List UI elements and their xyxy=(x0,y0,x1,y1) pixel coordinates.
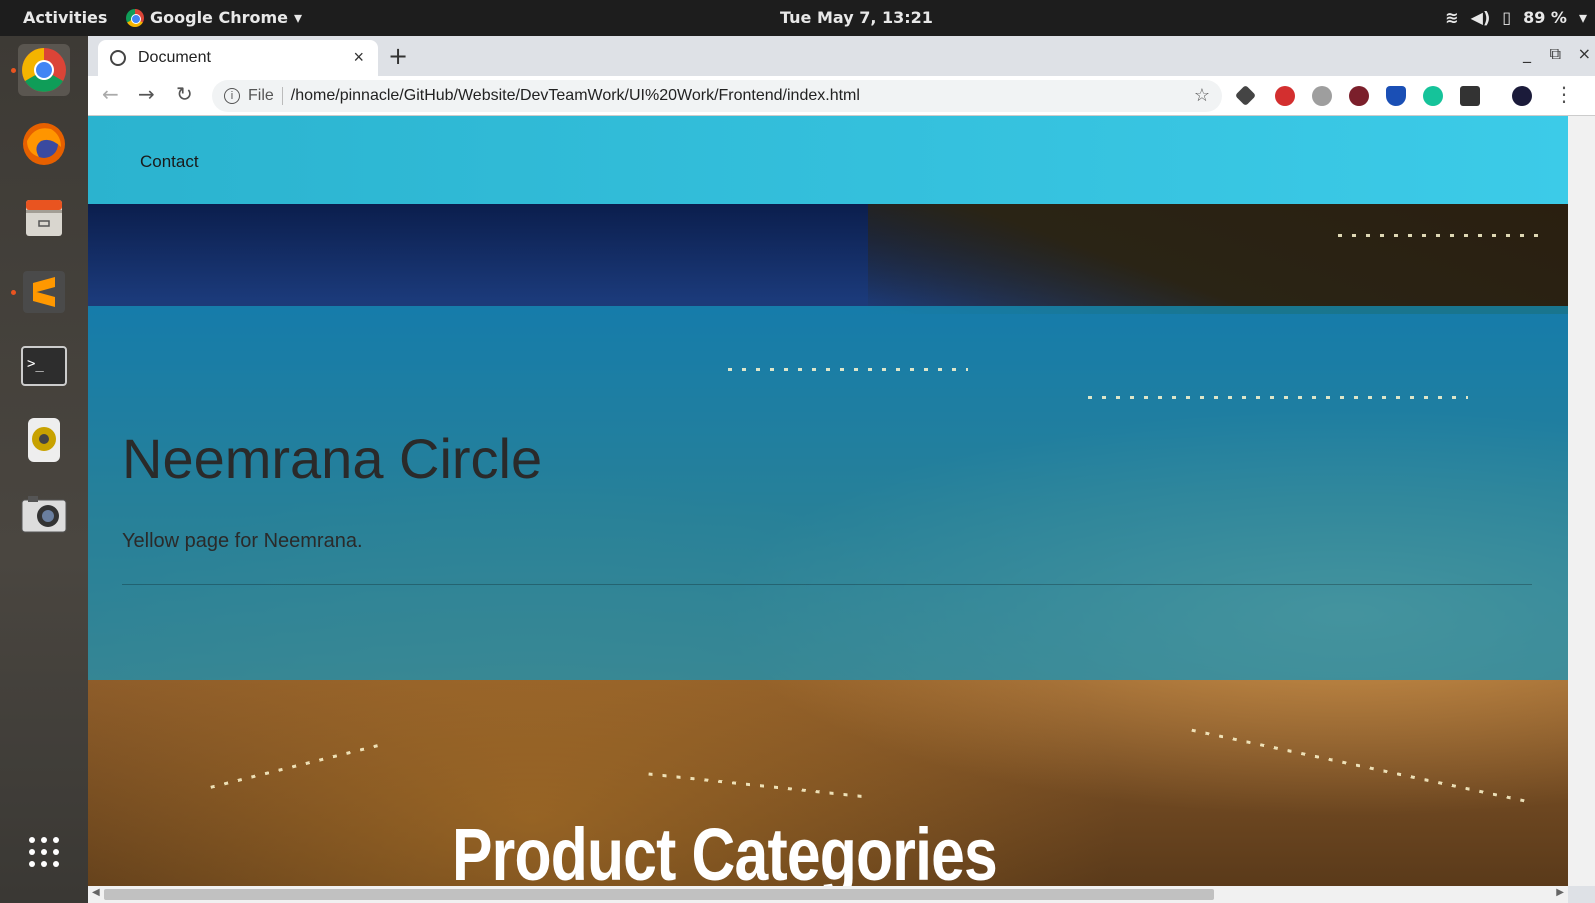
minimize-button[interactable]: _ xyxy=(1523,44,1531,63)
url-scheme: File xyxy=(248,87,283,105)
info-icon[interactable]: i xyxy=(224,88,240,104)
tray-menu-chevron-icon: ▾ xyxy=(1578,8,1587,27)
reload-icon[interactable]: ↻ xyxy=(176,82,193,106)
chrome-icon xyxy=(126,8,144,27)
camera-icon[interactable] xyxy=(18,488,70,540)
activities-button[interactable]: Activities xyxy=(23,8,107,27)
app-menu-label: Google Chrome xyxy=(150,8,289,27)
clock[interactable]: Tue May 7, 13:21 xyxy=(780,8,933,27)
jumbotron-text: Yellow page for Neemrana. xyxy=(122,530,363,552)
grammarly-icon[interactable] xyxy=(1423,86,1443,106)
wifi-icon: ≋ xyxy=(1445,8,1459,27)
string-lights-decoration xyxy=(1088,396,1468,399)
globe-icon xyxy=(110,50,126,66)
app-menu[interactable]: Google Chrome ▾ xyxy=(126,8,302,27)
battery-icon: ▯ xyxy=(1502,8,1512,27)
string-lights-decoration xyxy=(728,368,968,371)
tab-strip: Document × + _ ⧉ × xyxy=(88,36,1595,76)
tab-close-icon[interactable]: × xyxy=(353,47,364,68)
firefox-icon[interactable] xyxy=(18,118,70,170)
tab-document[interactable]: Document × xyxy=(98,40,378,76)
tab-title: Document xyxy=(138,49,211,66)
volume-icon: ◀) xyxy=(1470,8,1491,27)
system-tray[interactable]: ≋ ◀) ▯ 89 % ▾ xyxy=(1445,8,1587,27)
vault-extension-icon[interactable] xyxy=(1460,86,1480,106)
running-indicator xyxy=(11,290,16,295)
dock: >_ xyxy=(0,36,88,903)
browser-window: Document × + _ ⧉ × ← → ↻ i File /home/pi… xyxy=(88,36,1595,903)
string-lights-decoration xyxy=(648,772,868,799)
forward-arrow-icon[interactable]: → xyxy=(138,82,155,106)
horizontal-scrollbar[interactable]: ◀ ▶ xyxy=(88,886,1568,903)
divider xyxy=(122,584,1532,585)
running-indicator xyxy=(11,68,16,73)
speaker-icon[interactable] xyxy=(18,414,70,466)
string-lights-decoration xyxy=(1191,728,1525,803)
chrome-icon[interactable] xyxy=(18,44,70,96)
system-top-bar: Activities Google Chrome ▾ Tue May 7, 13… xyxy=(0,0,1595,36)
adblock-plus-icon[interactable] xyxy=(1275,86,1295,106)
app-grid-icon[interactable] xyxy=(18,826,70,878)
scroll-left-icon[interactable]: ◀ xyxy=(92,887,100,898)
site-navbar: Contact xyxy=(88,116,1568,204)
close-window-button[interactable]: × xyxy=(1578,44,1591,63)
section-title: Product Categories xyxy=(452,813,998,886)
scroll-right-icon[interactable]: ▶ xyxy=(1556,887,1564,898)
restore-button[interactable]: ⧉ xyxy=(1550,44,1561,64)
battery-percent: 89 % xyxy=(1523,8,1567,27)
k-extension-icon[interactable] xyxy=(1349,86,1369,106)
bookmark-star-icon[interactable]: ☆ xyxy=(1194,85,1210,106)
vertical-scrollbar[interactable] xyxy=(1568,116,1595,886)
jumbotron-title: Neemrana Circle xyxy=(122,427,543,490)
files-icon[interactable] xyxy=(18,192,70,244)
string-lights-decoration xyxy=(210,742,386,789)
svg-text:>_: >_ xyxy=(27,356,44,372)
shield-extension-icon[interactable] xyxy=(1386,86,1406,106)
nav-link-contact[interactable]: Contact xyxy=(140,152,199,172)
new-tab-button[interactable]: + xyxy=(388,42,408,70)
chrome-menu-icon[interactable]: ⋮ xyxy=(1554,82,1574,106)
back-arrow-icon[interactable]: ← xyxy=(102,82,119,106)
jumbotron: Neemrana Circle Yellow page for Neemrana… xyxy=(88,306,1568,680)
browser-toolbar: ← → ↻ i File /home/pinnacle/GitHub/Websi… xyxy=(88,76,1595,116)
chevron-down-icon: ▾ xyxy=(294,8,303,27)
url-text[interactable]: /home/pinnacle/GitHub/Website/DevTeamWor… xyxy=(291,87,860,105)
hillside-decoration xyxy=(868,204,1568,314)
cloud-extension-icon[interactable] xyxy=(1312,86,1332,106)
profile-avatar-icon[interactable] xyxy=(1512,86,1532,106)
terminal-icon[interactable]: >_ xyxy=(18,340,70,392)
page-viewport: Contact Neemrana Circle Yellow page for … xyxy=(88,116,1568,886)
address-bar[interactable]: i File /home/pinnacle/GitHub/Website/Dev… xyxy=(212,80,1222,112)
string-lights-decoration xyxy=(1338,234,1538,237)
layers-extension-icon[interactable] xyxy=(1234,84,1257,107)
scrollbar-thumb[interactable] xyxy=(104,889,1214,900)
sublime-text-icon[interactable] xyxy=(18,266,70,318)
